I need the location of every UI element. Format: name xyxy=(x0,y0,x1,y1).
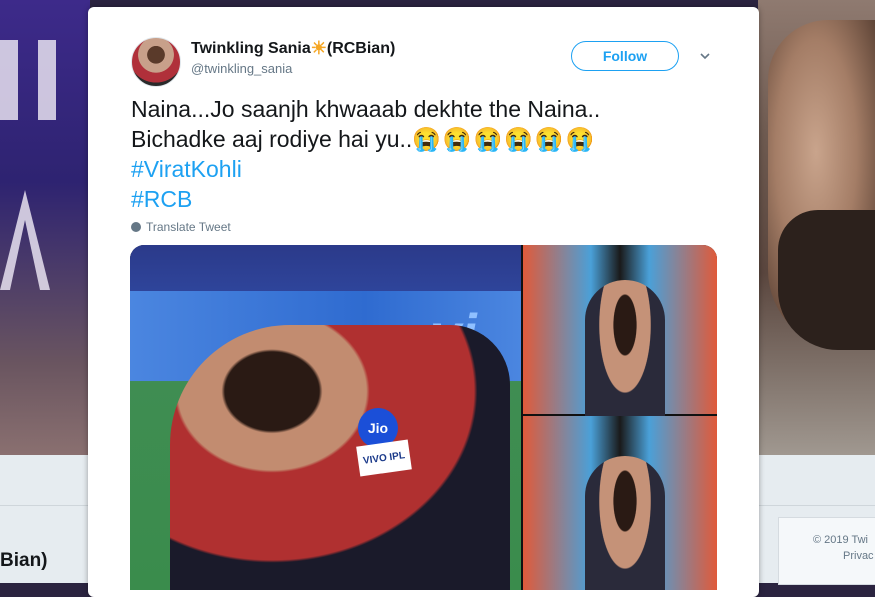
display-name[interactable]: Twinkling Sania☀(RCBian) xyxy=(191,38,395,59)
hashtag-rcb[interactable]: #RCB xyxy=(131,184,731,214)
tweet-media: vi Jio VIVO IPL xyxy=(130,245,717,590)
media-photo-bottom-right[interactable] xyxy=(523,416,717,590)
background-footer: © 2019 Twi Privac xyxy=(778,517,875,585)
tweet-text: Naina...Jo saanjh khwaaab dekhte the Nai… xyxy=(131,94,731,214)
media-photo-main[interactable]: vi Jio VIVO IPL xyxy=(130,245,521,590)
avatar[interactable] xyxy=(131,37,181,87)
tweet-line-1: Naina...Jo saanjh khwaaab dekhte the Nai… xyxy=(131,96,601,122)
crying-emoji-icon: 😭😭😭😭😭😭 xyxy=(412,126,597,152)
background-banner-left xyxy=(0,0,90,455)
chevron-down-icon[interactable] xyxy=(700,51,710,61)
footer-copyright: © 2019 Twi xyxy=(813,534,868,546)
user-handle[interactable]: @twinkling_sania xyxy=(191,61,292,76)
globe-icon xyxy=(131,222,141,232)
display-name-suffix: (RCBian) xyxy=(326,40,396,57)
background-profile-name: Bian) xyxy=(0,550,48,571)
footer-privacy-link[interactable]: Privac xyxy=(843,550,875,562)
follow-button[interactable]: Follow xyxy=(571,41,679,71)
tweet-line-2-text: Bichadke aaj rodiye hai yu.. xyxy=(131,126,413,152)
media-photo-top-right[interactable] xyxy=(523,245,717,430)
display-name-text: Twinkling Sania xyxy=(191,40,311,57)
translate-tweet-label: Translate Tweet xyxy=(146,220,231,234)
tweet-line-2: Bichadke aaj rodiye hai yu..😭😭😭😭😭😭 xyxy=(131,124,731,154)
tweet-card: Twinkling Sania☀(RCBian) @twinkling_sani… xyxy=(88,7,759,597)
translate-tweet-link[interactable]: Translate Tweet xyxy=(131,220,231,234)
hashtag-viratkohli[interactable]: #ViratKohli xyxy=(131,154,731,184)
background-photo-right xyxy=(758,0,875,455)
sun-emoji-icon: ☀ xyxy=(310,38,327,58)
